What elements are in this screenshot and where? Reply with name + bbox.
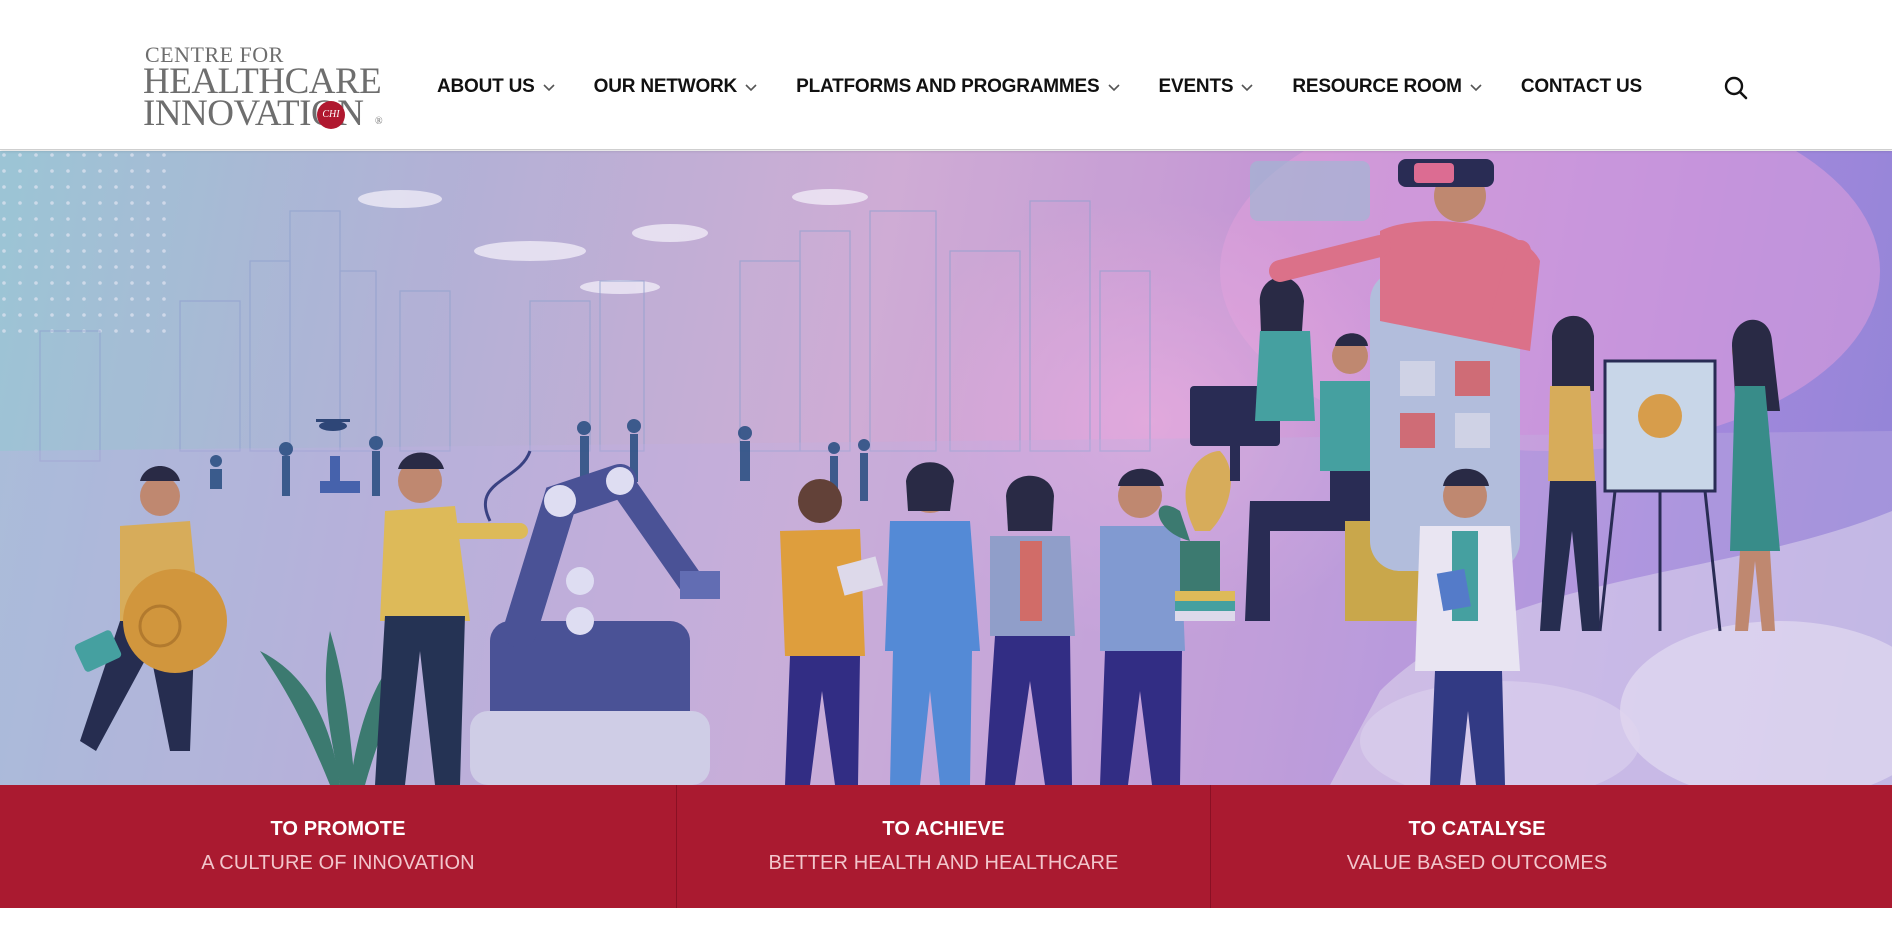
nav-item-platforms-and-programmes[interactable]: PLATFORMS AND PROGRAMMES [796,76,1120,98]
mission-band: TO PROMOTE A CULTURE OF INNOVATION TO AC… [0,785,1892,908]
nav-item-contact-us[interactable]: CONTACT US [1521,76,1642,98]
mission-subheading: A CULTURE OF INNOVATION [201,851,475,874]
nav-item-label: PLATFORMS AND PROGRAMMES [796,76,1100,97]
hero-illustration [0,151,1892,785]
main-nav: ABOUT US OUR NETWORK PLATFORMS AND PROGR… [437,74,1642,100]
band-filler [1743,785,1892,908]
chevron-down-icon [744,80,758,94]
search-icon[interactable] [1722,74,1750,102]
chevron-down-icon [1469,80,1483,94]
chevron-down-icon [1240,80,1254,94]
nav-item-about-us[interactable]: ABOUT US [437,76,556,98]
nav-item-label: RESOURCE ROOM [1292,76,1462,97]
mission-subheading: BETTER HEALTH AND HEALTHCARE [768,851,1119,874]
logo-registered-mark: ® [375,116,383,127]
hero-scene [0,151,1892,785]
mission-item-promote: TO PROMOTE A CULTURE OF INNOVATION [0,785,676,908]
mission-heading: TO CATALYSE [1408,817,1546,840]
site-header: CENTRE FOR HEALTHCARE INNOVATION CHI ® A… [0,0,1892,150]
nav-item-events[interactable]: EVENTS [1159,76,1255,98]
mission-item-achieve: TO ACHIEVE BETTER HEALTH AND HEALTHCARE [676,785,1210,908]
chevron-down-icon [1107,80,1121,94]
chi-logo[interactable]: CENTRE FOR HEALTHCARE INNOVATION CHI ® [143,44,383,133]
nav-item-label: CONTACT US [1520,76,1642,97]
nav-item-label: ABOUT US [437,76,535,97]
mission-subheading: VALUE BASED OUTCOMES [1346,851,1608,874]
mission-heading: TO ACHIEVE [882,817,1005,840]
mission-heading: TO PROMOTE [270,817,406,840]
nav-item-label: EVENTS [1158,76,1234,97]
nav-item-resource-room[interactable]: RESOURCE ROOM [1292,76,1482,98]
mission-item-catalyse: TO CATALYSE VALUE BASED OUTCOMES [1210,785,1743,908]
logo-badge: CHI [317,101,345,129]
chevron-down-icon [542,80,556,94]
nav-item-our-network[interactable]: OUR NETWORK [594,76,758,98]
nav-item-label: OUR NETWORK [593,76,738,97]
